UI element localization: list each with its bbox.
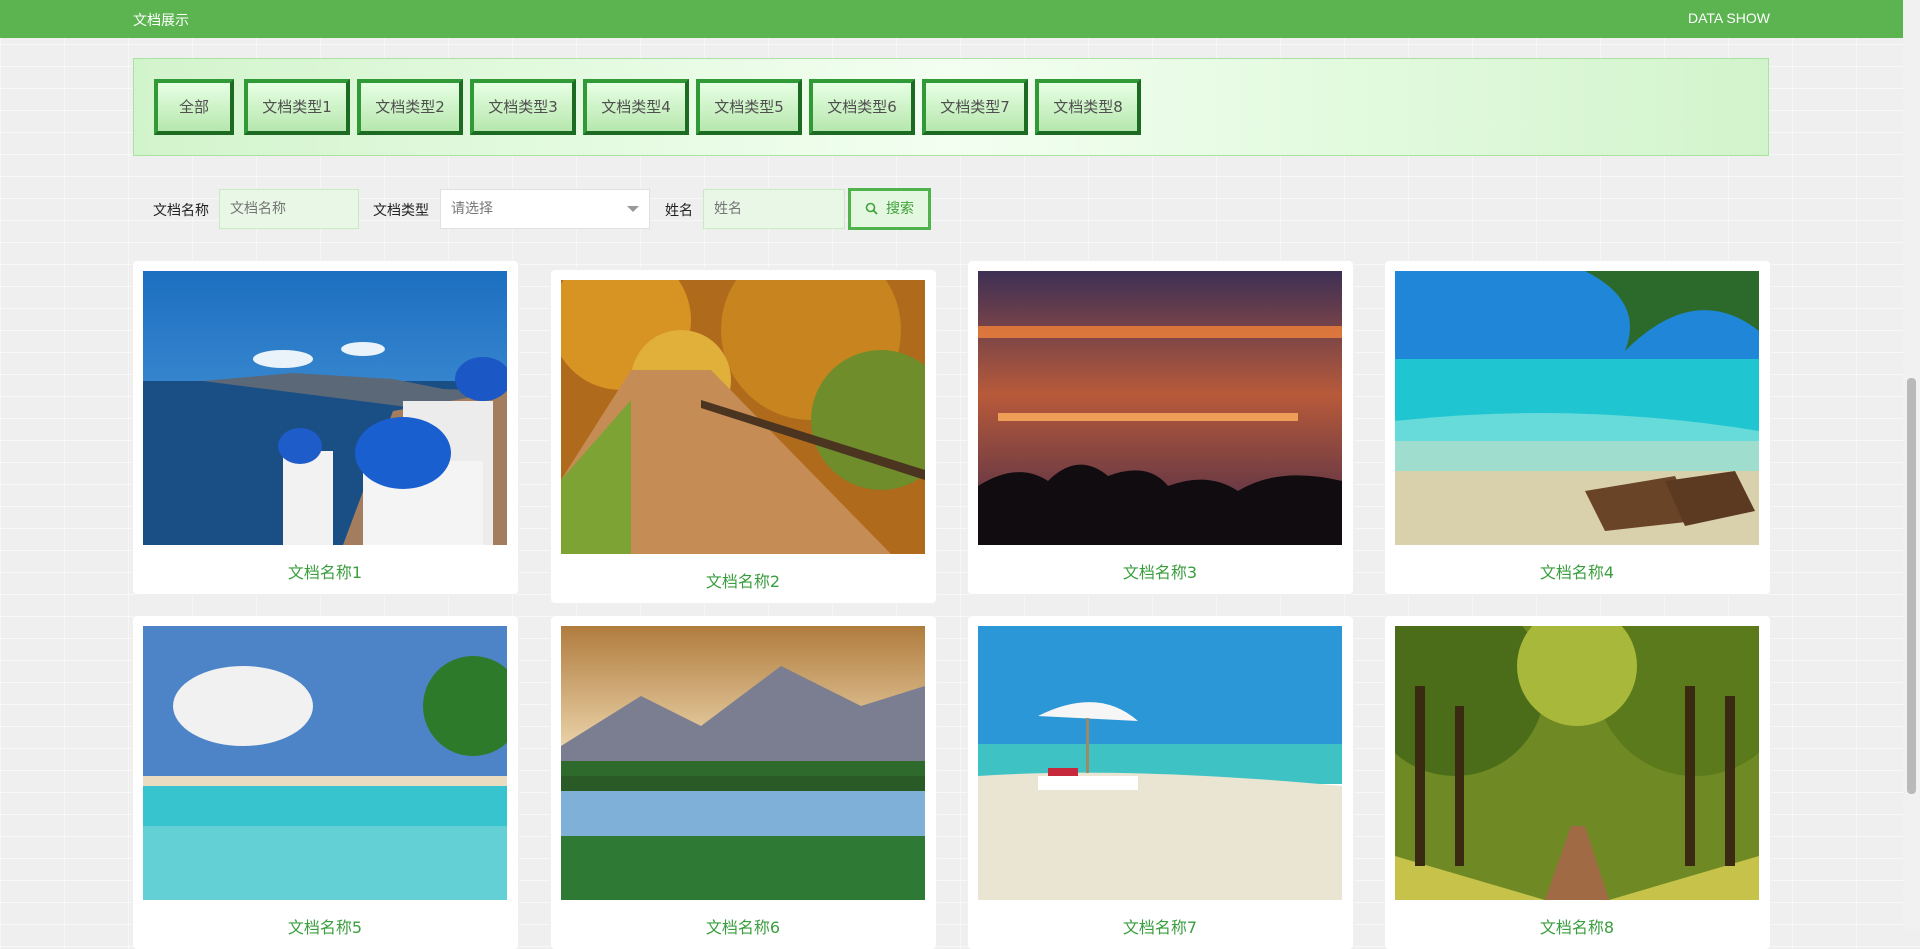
category-type6-button[interactable]: 文档类型6 <box>809 79 915 135</box>
doc-title[interactable]: 文档名称7 <box>968 914 1352 938</box>
category-all-button[interactable]: 全部 <box>154 79 234 135</box>
category-filter-panel: 全部 文档类型1 文档类型2 文档类型3 文档类型4 文档类型5 文档类型6 文… <box>133 58 1769 156</box>
doc-card[interactable]: 文档名称3 <box>968 261 1353 594</box>
category-type5-button[interactable]: 文档类型5 <box>696 79 802 135</box>
category-type2-button[interactable]: 文档类型2 <box>357 79 463 135</box>
search-icon <box>865 202 878 215</box>
doc-title[interactable]: 文档名称2 <box>551 568 935 592</box>
doc-thumbnail[interactable] <box>1395 271 1759 545</box>
doc-type-select[interactable]: 请选择 <box>440 189 650 229</box>
doc-thumbnail[interactable] <box>561 626 925 900</box>
person-name-label: 姓名 <box>665 203 693 219</box>
doc-thumbnail[interactable] <box>978 626 1342 900</box>
doc-thumbnail[interactable] <box>978 271 1342 545</box>
category-type7-button[interactable]: 文档类型7 <box>922 79 1028 135</box>
doc-thumbnail[interactable] <box>143 626 507 900</box>
doc-thumbnail[interactable] <box>143 271 507 545</box>
doc-card[interactable]: 文档名称5 <box>133 616 518 949</box>
category-type4-button[interactable]: 文档类型4 <box>583 79 689 135</box>
doc-card[interactable]: 文档名称2 <box>551 270 936 603</box>
doc-thumbnail[interactable] <box>561 280 925 554</box>
doc-card[interactable]: 文档名称4 <box>1385 261 1770 594</box>
doc-card[interactable]: 文档名称6 <box>551 616 936 949</box>
doc-title[interactable]: 文档名称5 <box>133 914 517 938</box>
dropdown-arrow-icon <box>627 206 639 212</box>
doc-title[interactable]: 文档名称4 <box>1385 559 1769 583</box>
header-right-title: DATA SHOW <box>1688 10 1770 26</box>
person-name-input[interactable] <box>703 189 845 229</box>
doc-title[interactable]: 文档名称1 <box>133 559 517 583</box>
scrollbar-thumb[interactable] <box>1907 378 1916 794</box>
category-type1-button[interactable]: 文档类型1 <box>244 79 350 135</box>
doc-card[interactable]: 文档名称1 <box>133 261 518 594</box>
top-navbar: 文档展示 DATA SHOW <box>0 0 1903 38</box>
doc-type-label: 文档类型 <box>373 203 429 219</box>
category-type8-button[interactable]: 文档类型8 <box>1035 79 1141 135</box>
doc-card[interactable]: 文档名称8 <box>1385 616 1770 949</box>
category-type3-button[interactable]: 文档类型3 <box>470 79 576 135</box>
doc-type-selected-value: 请选择 <box>451 201 493 217</box>
doc-name-input[interactable] <box>219 189 359 229</box>
doc-card[interactable]: 文档名称7 <box>968 616 1353 949</box>
doc-title[interactable]: 文档名称3 <box>968 559 1352 583</box>
doc-name-label: 文档名称 <box>153 203 209 219</box>
doc-thumbnail[interactable] <box>1395 626 1759 900</box>
doc-title[interactable]: 文档名称6 <box>551 914 935 938</box>
page-scrollbar[interactable] <box>1903 0 1920 929</box>
site-brand[interactable]: 文档展示 <box>133 10 189 30</box>
doc-title[interactable]: 文档名称8 <box>1385 914 1769 938</box>
search-button[interactable]: 搜索 <box>848 188 931 230</box>
search-button-label: 搜索 <box>886 201 914 217</box>
